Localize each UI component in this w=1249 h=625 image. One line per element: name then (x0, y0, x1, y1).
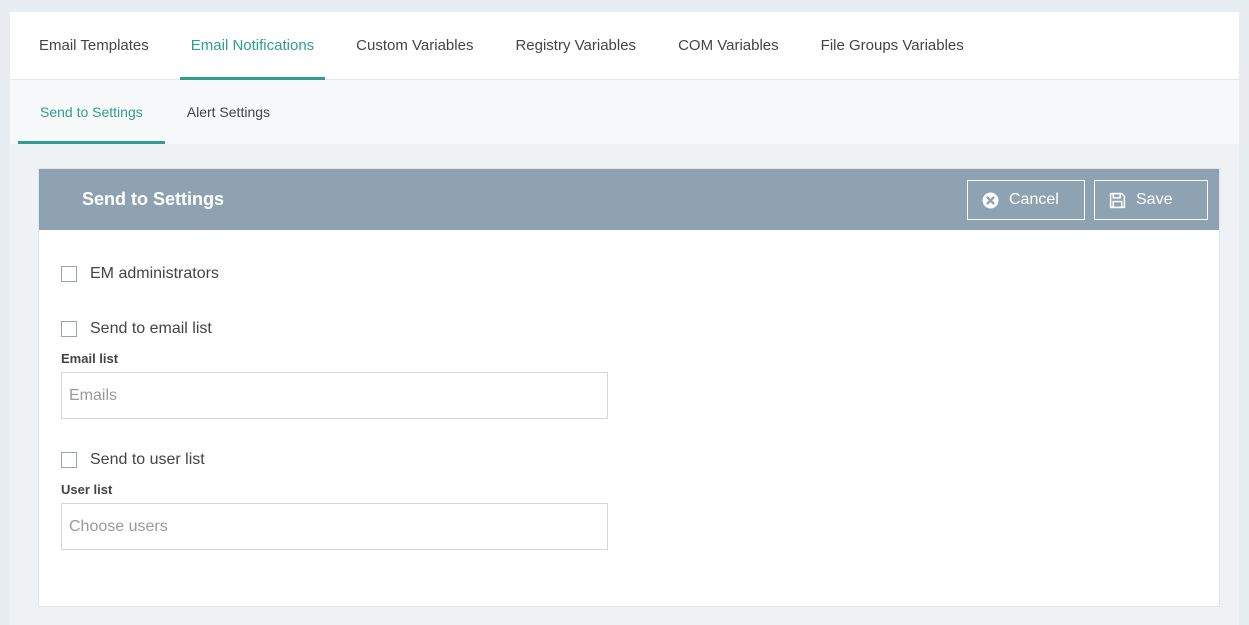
tab-email-templates[interactable]: Email Templates (28, 12, 160, 79)
send-to-email-list-label: Send to email list (90, 320, 212, 337)
page: Email Templates Email Notifications Cust… (10, 12, 1239, 625)
user-list-input[interactable] (61, 503, 608, 550)
send-to-user-list-checkbox[interactable] (61, 452, 77, 468)
email-list-input[interactable] (61, 372, 608, 419)
cancel-label: Cancel (1009, 191, 1059, 208)
header-actions: Cancel Save (967, 180, 1208, 220)
send-to-email-list-checkbox[interactable] (61, 321, 77, 337)
tab-file-groups-variables[interactable]: File Groups Variables (810, 12, 975, 79)
cancel-button[interactable]: Cancel (967, 180, 1085, 220)
subtab-send-to-settings[interactable]: Send to Settings (18, 80, 165, 144)
em-administrators-checkbox[interactable] (61, 266, 77, 282)
times-circle-icon (982, 192, 999, 209)
save-button[interactable]: Save (1094, 180, 1208, 220)
main-tab-bar: Email Templates Email Notifications Cust… (10, 12, 1239, 80)
tab-email-notifications[interactable]: Email Notifications (179, 12, 326, 80)
floppy-disk-icon (1109, 192, 1126, 209)
tab-custom-variables[interactable]: Custom Variables (345, 12, 484, 79)
send-to-email-list-option[interactable]: Send to email list (61, 318, 1219, 340)
email-list-label: Email list (61, 351, 119, 366)
subtab-alert-settings[interactable]: Alert Settings (165, 80, 292, 144)
tab-com-variables[interactable]: COM Variables (667, 12, 790, 79)
panel-body: EM administrators Send to email list Ema… (39, 230, 1219, 550)
sub-tab-bar: Send to Settings Alert Settings (10, 80, 1239, 144)
send-to-settings-panel: Send to Settings Cancel Save EM administ… (38, 168, 1220, 607)
panel-title: Send to Settings (82, 189, 225, 209)
send-to-user-list-label: Send to user list (90, 451, 205, 468)
panel-header: Send to Settings Cancel Save (39, 169, 1219, 230)
user-list-label: User list (61, 482, 113, 497)
send-to-user-list-option[interactable]: Send to user list (61, 449, 1219, 471)
tab-registry-variables[interactable]: Registry Variables (504, 12, 647, 79)
save-label: Save (1136, 191, 1173, 208)
em-administrators-option[interactable]: EM administrators (61, 263, 1219, 285)
em-administrators-label: EM administrators (90, 265, 219, 282)
